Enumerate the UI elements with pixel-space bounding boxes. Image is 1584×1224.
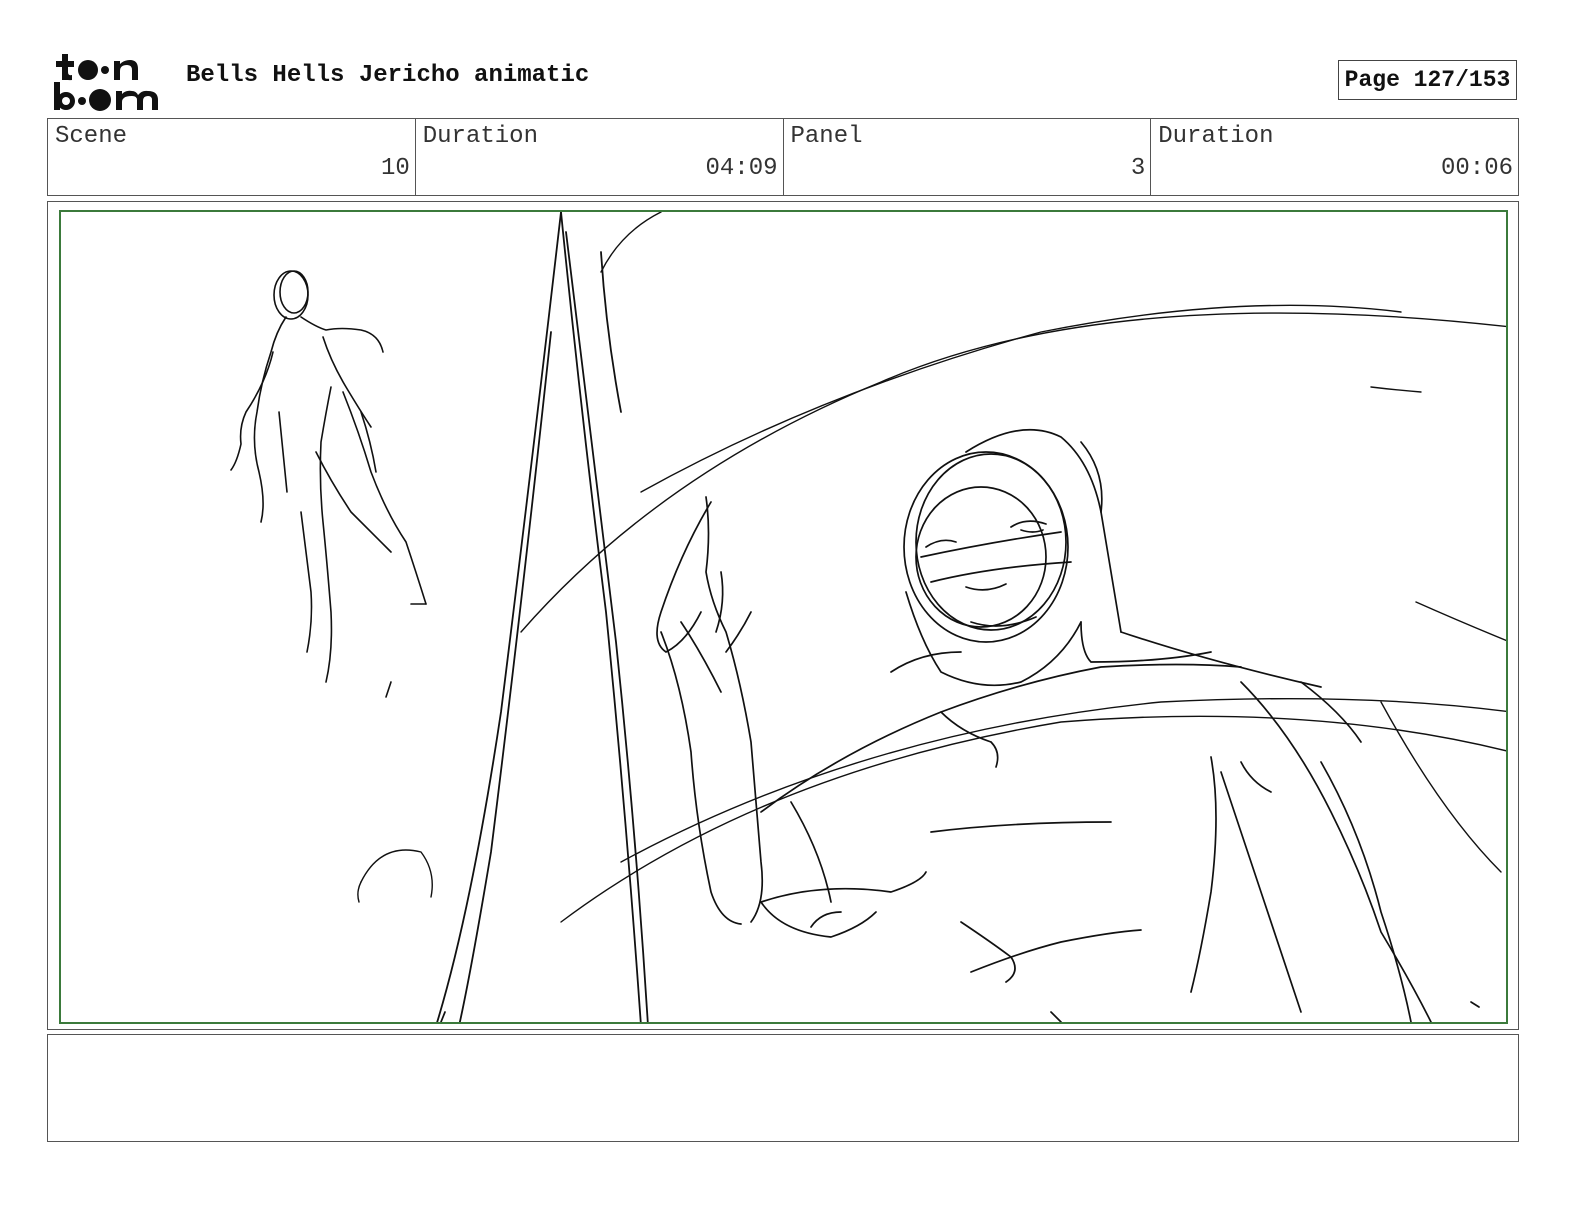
panel-label: Panel <box>790 123 863 150</box>
panel-duration-value: 00:06 <box>1440 155 1513 182</box>
toonboom-logo-graphic <box>54 54 158 111</box>
foreground-figure-sketch <box>440 428 1480 1022</box>
distant-figure-sketch <box>230 270 427 698</box>
background-arc-sketch <box>357 212 1506 923</box>
panel-frame <box>47 201 1519 1030</box>
scene-label: Scene <box>55 123 128 150</box>
scene-duration-label: Duration <box>422 123 538 150</box>
panel-value: 3 <box>1130 155 1146 182</box>
storyboard-sketch <box>230 212 1506 1022</box>
scene-duration-cell: Duration 04:09 <box>416 119 784 195</box>
toonboom-logo <box>50 50 166 114</box>
panel-duration-cell: Duration 00:06 <box>1151 119 1518 195</box>
scene-cell: Scene 10 <box>48 119 416 195</box>
panel-duration-label: Duration <box>1158 123 1274 150</box>
scene-duration-value: 04:09 <box>705 155 778 182</box>
panel-image <box>59 210 1508 1024</box>
scene-info-row: Scene 10 Duration 04:09 Panel 3 Duration… <box>47 118 1519 196</box>
panel-notes <box>47 1034 1519 1142</box>
document-title: Bells Hells Jericho animatic <box>186 62 590 89</box>
vertical-pillar-sketch <box>436 212 649 1022</box>
panel-cell: Panel 3 <box>784 119 1152 195</box>
scene-value: 10 <box>380 155 410 182</box>
page-number: Page 127/153 <box>1338 60 1517 100</box>
